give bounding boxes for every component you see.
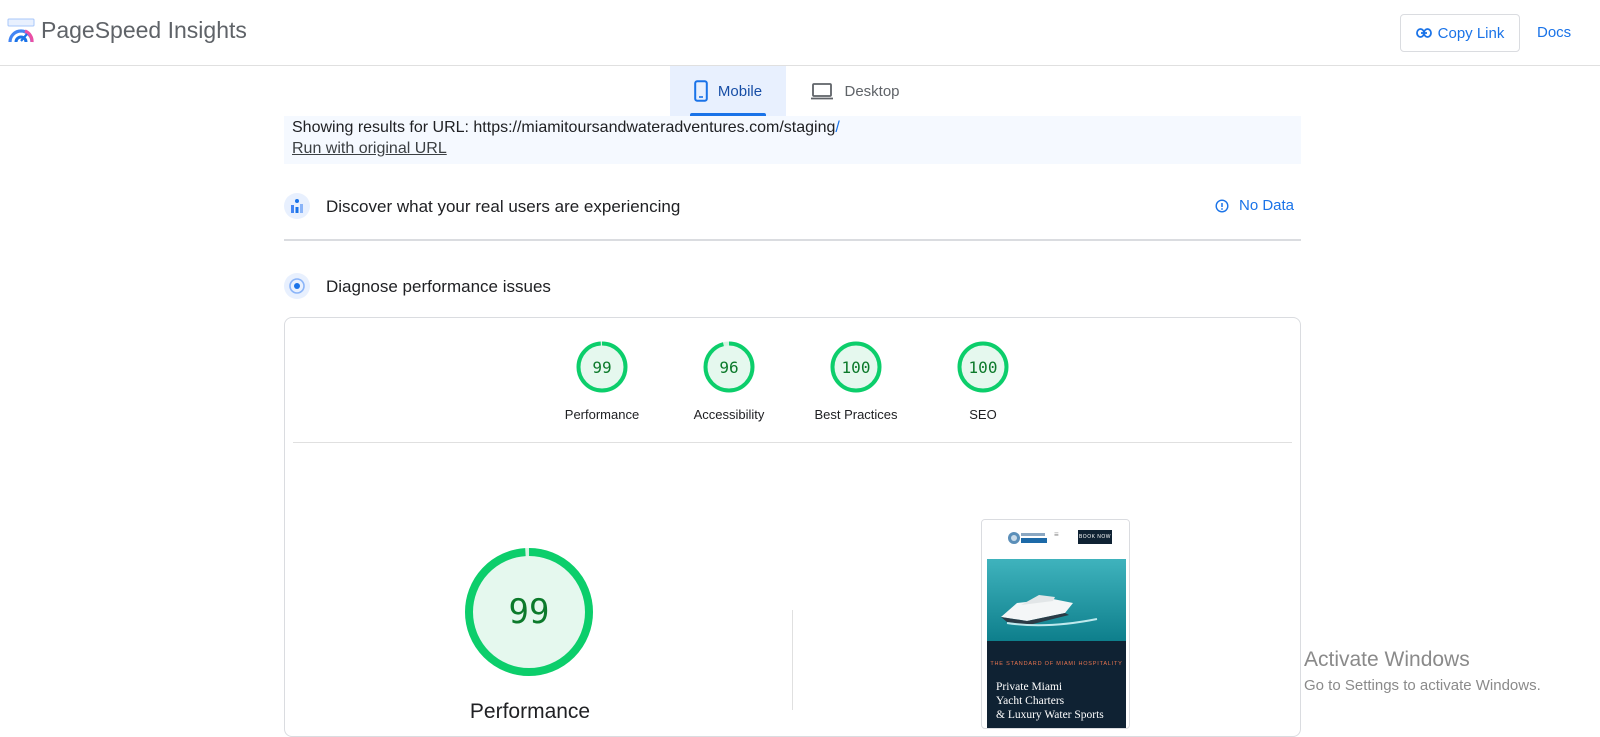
- laptop-icon: [811, 83, 834, 100]
- no-data-indicator[interactable]: No Data: [1215, 197, 1294, 214]
- headline-line-3: & Luxury Water Sports: [996, 709, 1104, 721]
- tab-desktop[interactable]: Desktop: [800, 66, 910, 116]
- performance-label-large: Performance: [469, 700, 591, 723]
- run-original-url-link[interactable]: Run with original URL: [292, 138, 1293, 160]
- tab-mobile-label: Mobile: [717, 82, 763, 100]
- score-value: 96: [719, 357, 739, 377]
- docs-link[interactable]: Docs: [1537, 24, 1571, 41]
- page-screenshot: ≡ BOOK NOW THE STANDARD OF MIAMI HOSPITA…: [981, 519, 1130, 729]
- url-prefix: Showing results for URL:: [292, 119, 474, 136]
- screenshot-headline: Private Miami Yacht Charters & Luxury Wa…: [996, 680, 1121, 722]
- screenshot-tagline: THE STANDARD OF MIAMI HOSPITALITY: [990, 661, 1123, 667]
- activate-windows-subtitle: Go to Settings to activate Windows.: [1304, 677, 1541, 694]
- app-title[interactable]: PageSpeed Insights: [41, 17, 247, 44]
- score-value: 99: [592, 357, 612, 377]
- card-divider: [293, 442, 1292, 443]
- score-label: Performance: [564, 407, 640, 422]
- score-label: Best Practices: [814, 407, 898, 422]
- tab-mobile[interactable]: Mobile: [670, 66, 786, 116]
- url-trailing-slash: /: [835, 119, 840, 136]
- pagespeed-logo-icon[interactable]: [7, 18, 35, 44]
- diagnose-icon: [284, 273, 310, 299]
- activate-windows-title: Activate Windows: [1304, 648, 1470, 671]
- tab-desktop-label: Desktop: [844, 82, 900, 100]
- score-value: 100: [841, 357, 871, 377]
- tested-url: https://miamitoursandwateradventures.com…: [473, 119, 836, 136]
- link-icon: [1415, 28, 1432, 38]
- real-users-icon: [284, 193, 310, 219]
- copy-link-label: Copy Link: [1437, 24, 1505, 42]
- info-icon: [1215, 198, 1229, 213]
- score-label: Accessibility: [693, 407, 765, 422]
- yacht-hero-image: [987, 559, 1126, 641]
- no-data-label: No Data: [1239, 197, 1295, 214]
- diagnose-title: Diagnose performance issues: [326, 277, 551, 296]
- screenshot-book-button: BOOK NOW: [1078, 530, 1112, 544]
- vertical-divider: [792, 610, 793, 710]
- headline-line-2: Yacht Charters: [996, 695, 1065, 707]
- copy-link-button[interactable]: Copy Link: [1400, 14, 1520, 52]
- field-data-title[interactable]: Discover what your real users are experi…: [326, 197, 680, 217]
- section-divider: [284, 239, 1301, 241]
- performance-score-large: 99: [508, 592, 550, 632]
- score-label: SEO: [969, 407, 997, 422]
- site-logo-icon: [1008, 532, 1047, 544]
- url-notice-line: Showing results for URL: https://miamito…: [292, 117, 1293, 138]
- smartphone-icon: [694, 80, 708, 102]
- url-notice: Showing results for URL: https://miamito…: [284, 116, 1301, 164]
- top-app-bar: PageSpeed Insights Copy Link Docs: [0, 0, 1600, 66]
- screenshot-menu-icon: ≡: [1054, 530, 1059, 539]
- headline-line-1: Private Miami: [996, 681, 1063, 693]
- score-value: 100: [968, 357, 998, 377]
